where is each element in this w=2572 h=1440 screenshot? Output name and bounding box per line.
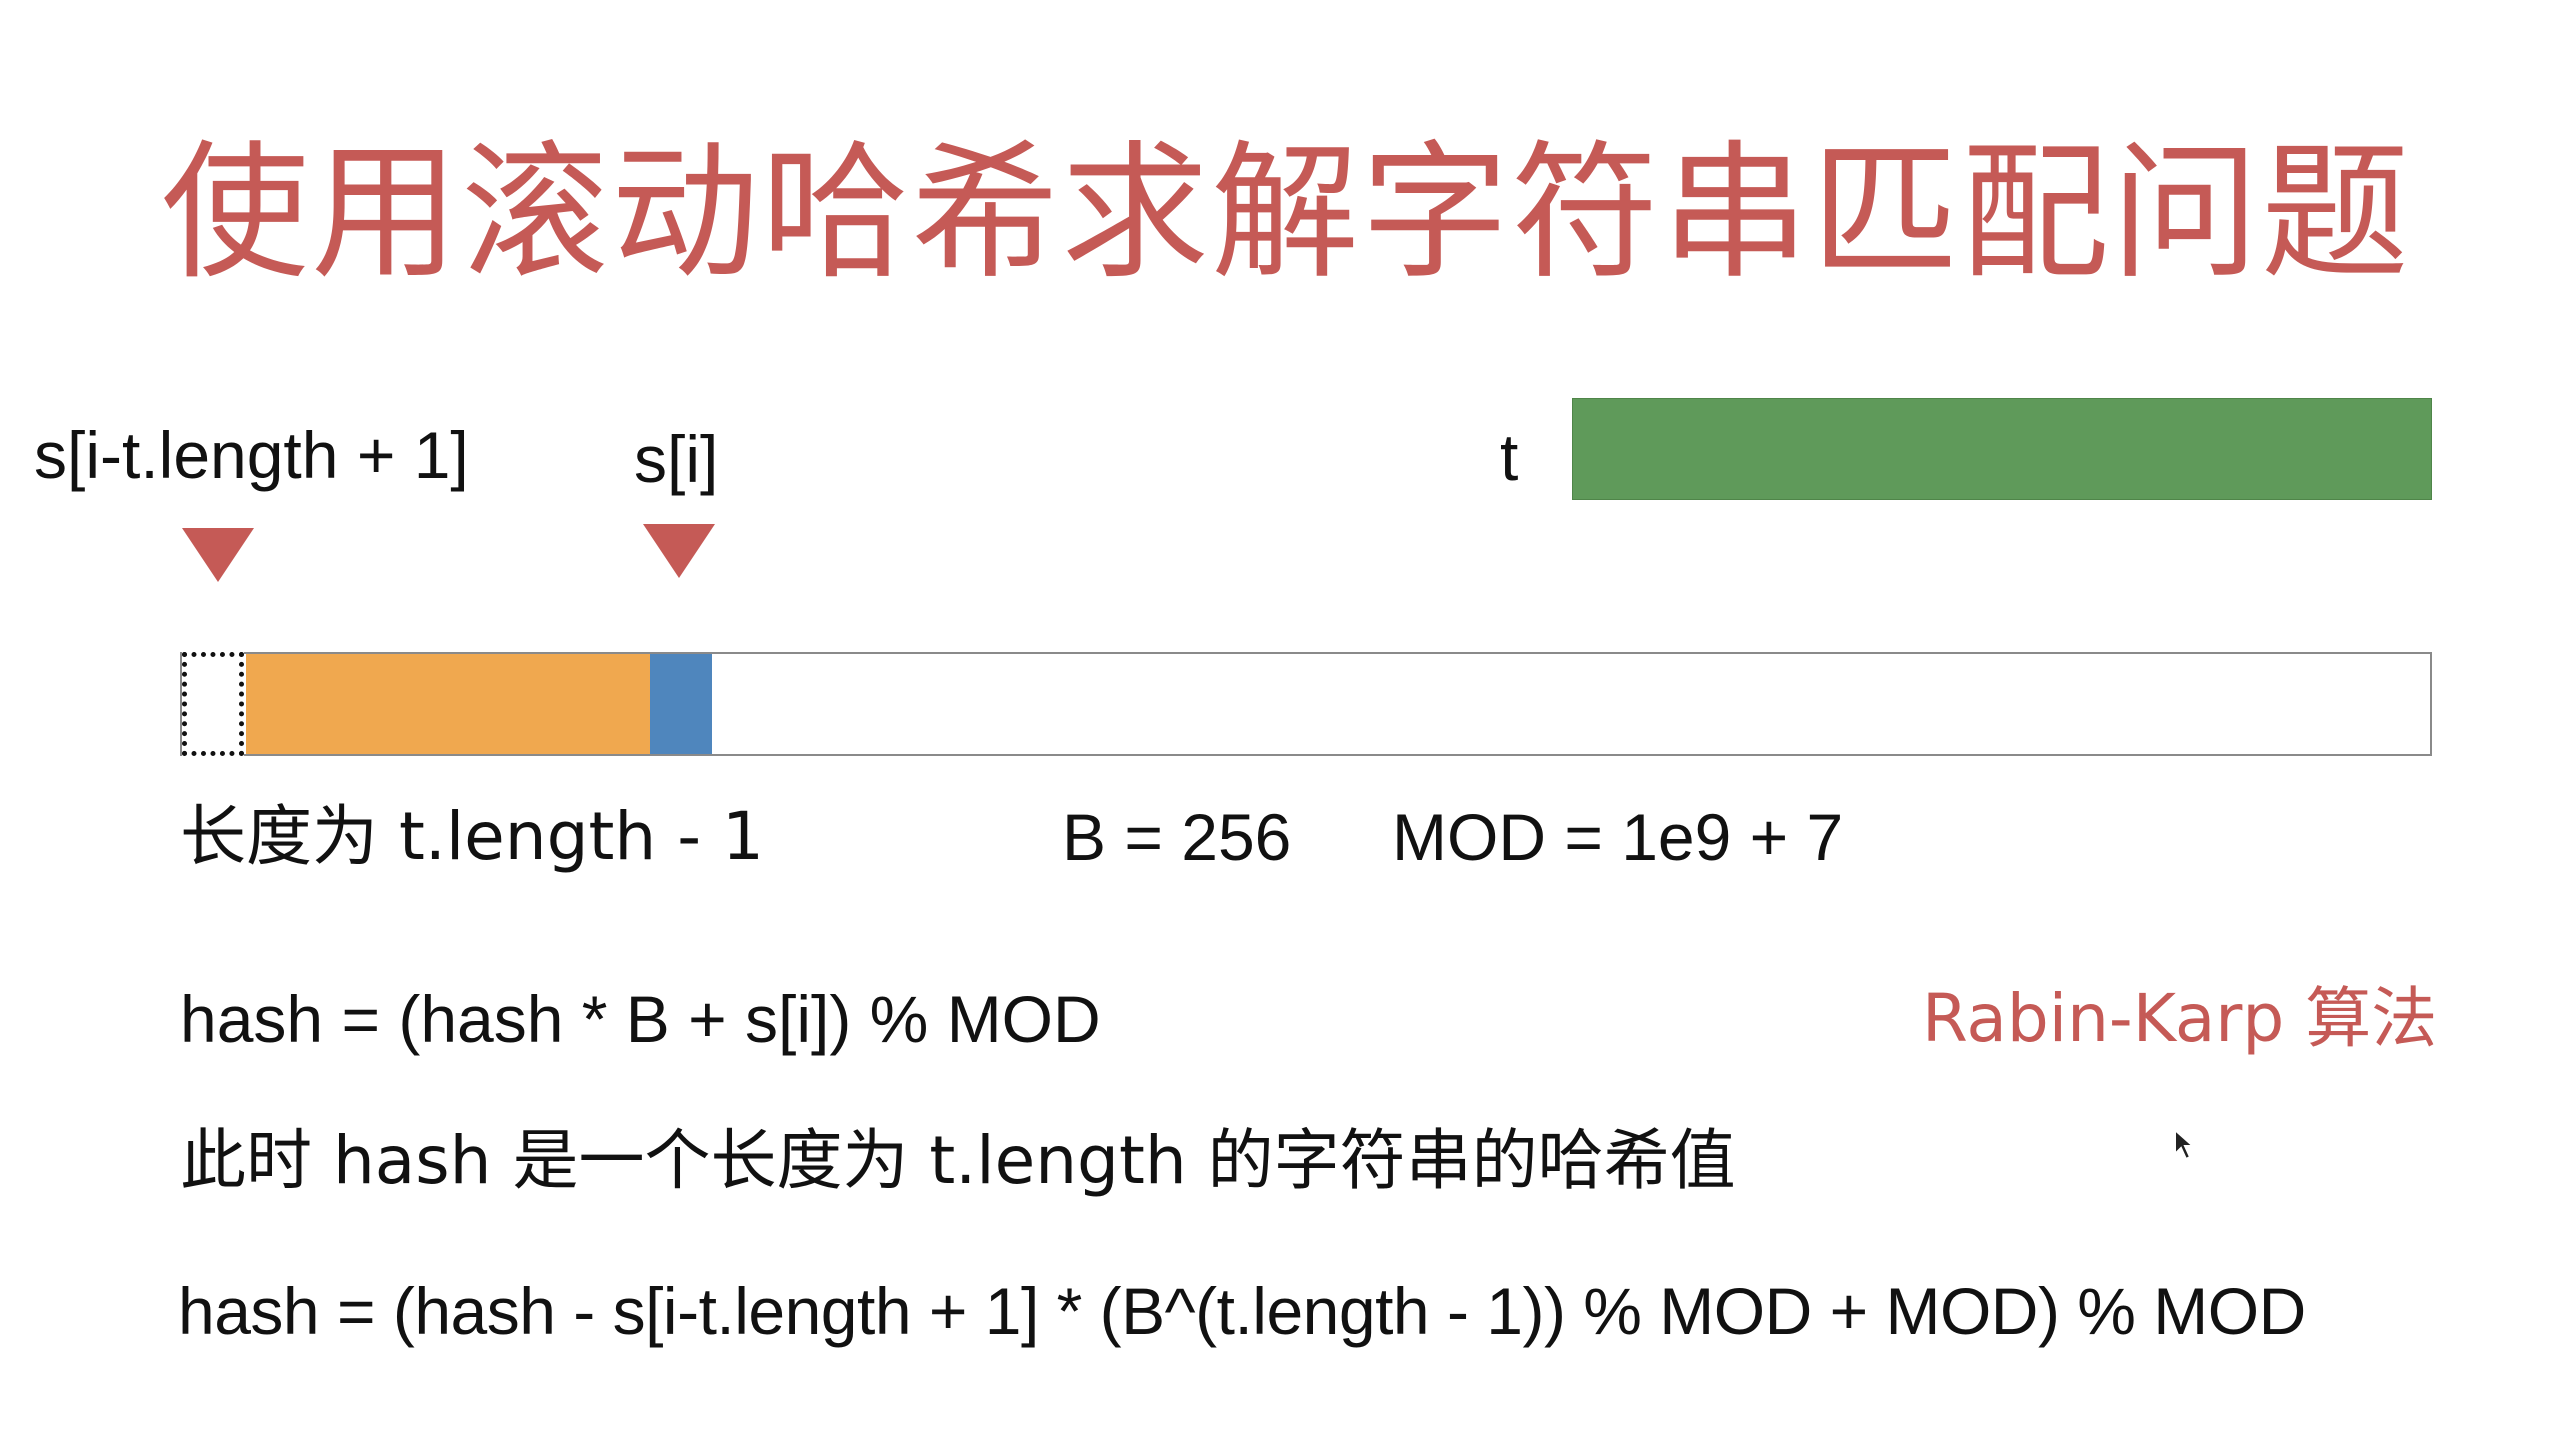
window-caption: 长度为 t.length - 1 [180, 798, 764, 875]
pattern-label: t [1500, 420, 1519, 494]
pattern-bar [1572, 398, 2432, 500]
mod-constant: MOD = 1e9 + 7 [1392, 800, 1844, 874]
algorithm-name: Rabin-Karp 算法 [1922, 980, 2438, 1057]
new-char-cell [650, 654, 712, 754]
hash-remove-formula: hash = (hash - s[i-t.length + 1] * (B^(t… [178, 1274, 2306, 1348]
base-constant: B = 256 [1062, 800, 1292, 874]
right-pointer-label: s[i] [634, 422, 719, 496]
window-segment [246, 654, 650, 754]
slide-title: 使用滚动哈希求解字符串匹配问题 [161, 127, 2411, 299]
left-pointer-icon [182, 528, 254, 582]
hash-update-formula: hash = (hash * B + s[i]) % MOD [180, 982, 1101, 1056]
mouse-pointer-icon [2174, 1128, 2196, 1161]
removed-char-cell [182, 652, 244, 756]
left-pointer-label: s[i-t.length + 1] [34, 418, 469, 492]
hash-explanation: 此时 hash 是一个长度为 t.length 的字符串的哈希值 [180, 1122, 1736, 1199]
right-pointer-icon [643, 524, 715, 578]
